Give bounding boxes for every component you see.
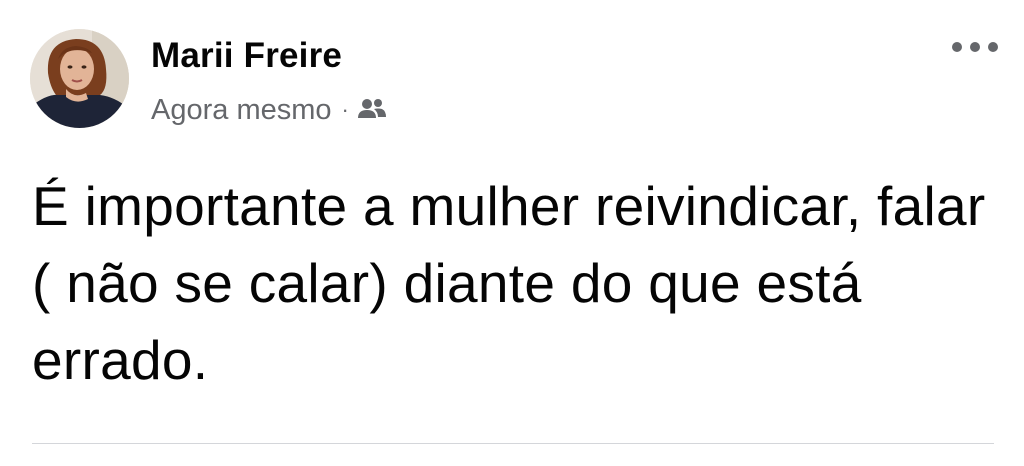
post-card: Marii Freire Agora mesmo · É importante … [0,0,1024,466]
friends-icon[interactable] [357,95,387,128]
more-options-icon[interactable] [952,34,998,60]
meta-separator: · [341,97,349,122]
more-dot [952,42,962,52]
author-name[interactable]: Marii Freire [151,36,342,76]
more-dot [988,42,998,52]
post-timestamp[interactable]: Agora mesmo [151,94,332,127]
author-avatar[interactable] [30,29,129,128]
post-meta: Agora mesmo · [151,92,387,128]
divider [32,443,994,444]
profile-photo [30,29,129,128]
post-text: É importante a mulher reivindicar, falar… [32,175,986,391]
more-dot [970,42,980,52]
